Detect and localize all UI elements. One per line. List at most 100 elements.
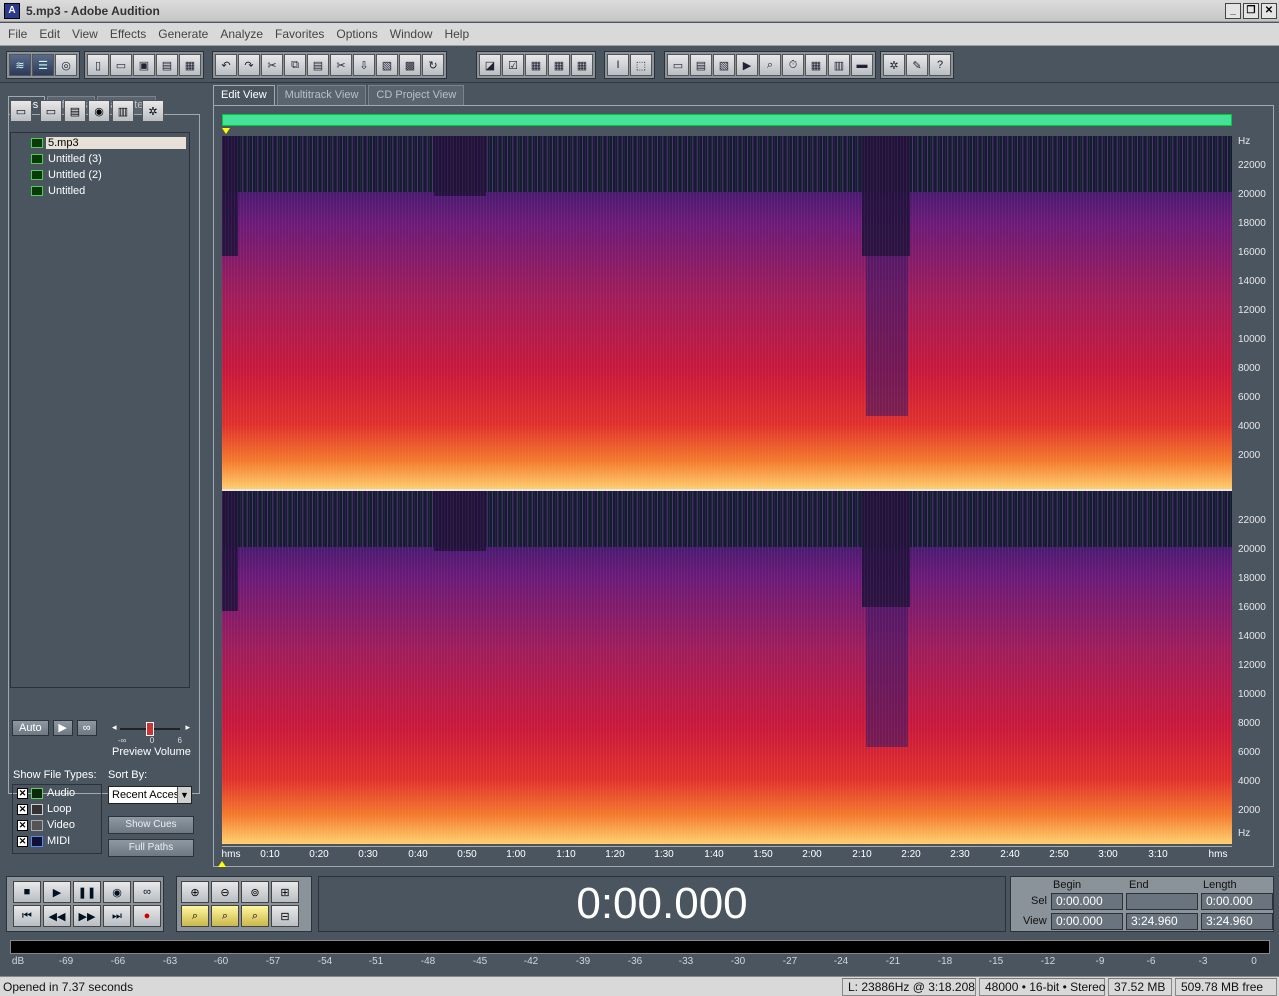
video-checkbox[interactable]: ✕ xyxy=(17,819,28,831)
zoom-in-horizontal-icon[interactable]: ⊕ xyxy=(181,881,209,903)
envelope-icon[interactable]: ◪ xyxy=(479,54,501,76)
time-window-icon[interactable]: ⏱ xyxy=(782,54,804,76)
playhead-marker-top[interactable] xyxy=(222,128,230,134)
preview-play-icon[interactable]: ▶ xyxy=(52,720,73,736)
pause-icon[interactable]: ❚❚ xyxy=(73,881,101,903)
save-all-icon[interactable]: ▦ xyxy=(179,54,201,76)
help-icon[interactable]: ? xyxy=(929,54,951,76)
play-icon[interactable]: ▶ xyxy=(43,881,71,903)
zoom-window-icon[interactable]: ⌕ xyxy=(759,54,781,76)
slider-left-arrow-icon[interactable]: ◂ xyxy=(112,722,117,733)
spectrogram-left-channel[interactable] xyxy=(222,136,1232,490)
tutorial-icon[interactable]: ✎ xyxy=(906,54,928,76)
menu-analyze[interactable]: Analyze xyxy=(214,27,269,41)
levels-icon[interactable]: ▥ xyxy=(828,54,850,76)
loop-checkbox[interactable]: ✕ xyxy=(17,803,28,815)
selection-length-field[interactable]: 0:00.000 xyxy=(1201,893,1273,910)
save-icon[interactable]: ▣ xyxy=(133,54,155,76)
view-length-field[interactable]: 3:24.960 xyxy=(1201,913,1273,930)
cd-view-icon[interactable]: ◎ xyxy=(55,54,77,76)
paste-new-icon[interactable]: ▧ xyxy=(376,54,398,76)
list-item[interactable]: 5.mp3 xyxy=(11,135,189,151)
menu-edit[interactable]: Edit xyxy=(33,27,66,41)
close-file-icon[interactable]: ▤ xyxy=(64,100,86,122)
view-end-field[interactable]: 3:24.960 xyxy=(1126,913,1198,930)
undo-icon[interactable]: ↶ xyxy=(215,54,237,76)
edit-view-icon[interactable]: ≋ xyxy=(9,54,31,76)
go-to-start-icon[interactable]: ⏮ xyxy=(13,905,41,927)
redo-icon[interactable]: ↷ xyxy=(238,54,260,76)
record-icon[interactable]: ● xyxy=(133,905,161,927)
waveform-overview-bar[interactable] xyxy=(222,114,1232,126)
tab-multitrack-view[interactable]: Multitrack View xyxy=(276,85,367,105)
menu-window[interactable]: Window xyxy=(384,27,439,41)
markers-icon[interactable]: ☑ xyxy=(502,54,524,76)
new-file-icon[interactable]: ▯ xyxy=(87,54,109,76)
spectral-display-icon[interactable]: ▦ xyxy=(548,54,570,76)
organizer-icon[interactable]: ▭ xyxy=(667,54,689,76)
chevron-down-icon[interactable]: ▼ xyxy=(177,787,191,803)
loop-play-icon[interactable]: ∞ xyxy=(133,881,161,903)
playhead-marker-bottom[interactable] xyxy=(218,861,226,867)
midi-checkbox[interactable]: ✕ xyxy=(17,835,28,847)
zoom-out-vertical-icon[interactable]: ⊟ xyxy=(271,905,299,927)
waveform-display-icon[interactable]: ▦ xyxy=(525,54,547,76)
full-paths-button[interactable]: Full Paths xyxy=(108,839,194,857)
status-bar-icon[interactable]: ▬ xyxy=(851,54,873,76)
type-video-row[interactable]: ✕ Video xyxy=(13,817,101,833)
stop-icon[interactable]: ■ xyxy=(13,881,41,903)
type-loop-row[interactable]: ✕ Loop xyxy=(13,801,101,817)
zoom-in-vertical-icon[interactable]: ⊞ xyxy=(271,881,299,903)
show-cues-button[interactable]: Show Cues xyxy=(108,816,194,834)
type-audio-row[interactable]: ✕ Audio xyxy=(13,785,101,801)
trim-icon[interactable]: ✂ xyxy=(330,54,352,76)
open-file-icon[interactable]: ▭ xyxy=(10,100,32,122)
rewind-icon[interactable]: ◀◀ xyxy=(43,905,71,927)
open-file-icon[interactable]: ▭ xyxy=(110,54,132,76)
tab-edit-view[interactable]: Edit View xyxy=(213,85,275,105)
zoom-out-horizontal-icon[interactable]: ⊖ xyxy=(211,881,239,903)
auto-play-button[interactable]: Auto xyxy=(12,720,49,736)
spectrogram-right-channel[interactable] xyxy=(222,491,1232,844)
transport-icon[interactable]: ▶ xyxy=(736,54,758,76)
insert-icon[interactable]: ▩ xyxy=(399,54,421,76)
tab-cd-project-view[interactable]: CD Project View xyxy=(368,85,465,105)
selection-window-icon[interactable]: ▦ xyxy=(805,54,827,76)
selection-end-field[interactable] xyxy=(1126,893,1198,910)
type-midi-row[interactable]: ✕ MIDI xyxy=(13,833,101,849)
time-ruler[interactable]: hms 0:10 0:20 0:30 0:40 0:50 1:00 1:10 1… xyxy=(222,846,1232,862)
menu-favorites[interactable]: Favorites xyxy=(269,27,330,41)
audio-checkbox[interactable]: ✕ xyxy=(17,787,28,799)
list-item[interactable]: Untitled xyxy=(11,183,189,199)
zoom-left-icon[interactable]: ⌕ xyxy=(181,905,209,927)
view-begin-field[interactable]: 0:00.000 xyxy=(1051,913,1123,930)
close-button[interactable]: ✕ xyxy=(1261,3,1277,19)
menu-effects[interactable]: Effects xyxy=(104,27,152,41)
minimize-button[interactable]: _ xyxy=(1225,3,1241,19)
cut-icon[interactable]: ✂ xyxy=(261,54,283,76)
settings-icon[interactable]: ✲ xyxy=(883,54,905,76)
list-item[interactable]: Untitled (3) xyxy=(11,151,189,167)
paste-icon[interactable]: ▤ xyxy=(307,54,329,76)
menu-help[interactable]: Help xyxy=(438,27,475,41)
menu-view[interactable]: View xyxy=(66,27,104,41)
go-to-end-icon[interactable]: ⏭ xyxy=(103,905,131,927)
restore-button[interactable]: ❐ xyxy=(1243,3,1259,19)
zoom-right-icon[interactable]: ⌕ xyxy=(211,905,239,927)
audition-app-icon[interactable]: A xyxy=(4,2,20,19)
play-to-end-icon[interactable]: ◉ xyxy=(103,881,131,903)
info-icon[interactable]: ▤ xyxy=(690,54,712,76)
zoom-full-icon[interactable]: ⊚ xyxy=(241,881,269,903)
edit-file-icon[interactable]: ✲ xyxy=(142,100,164,122)
multitrack-view-icon[interactable]: ☰ xyxy=(32,54,54,76)
preview-volume-slider[interactable]: ◂ ▸ xyxy=(112,722,190,736)
menu-file[interactable]: File xyxy=(2,27,33,41)
sort-by-select[interactable]: Recent Access ▼ xyxy=(108,786,192,804)
mix-paste-icon[interactable]: ⇩ xyxy=(353,54,375,76)
list-item[interactable]: Untitled (2) xyxy=(11,167,189,183)
fast-forward-icon[interactable]: ▶▶ xyxy=(73,905,101,927)
spectral-pan-icon[interactable]: ▦ xyxy=(571,54,593,76)
insert-multitrack-icon[interactable]: ◉ xyxy=(88,100,110,122)
mixer-icon[interactable]: ▧ xyxy=(713,54,735,76)
copy-icon[interactable]: ⧉ xyxy=(284,54,306,76)
